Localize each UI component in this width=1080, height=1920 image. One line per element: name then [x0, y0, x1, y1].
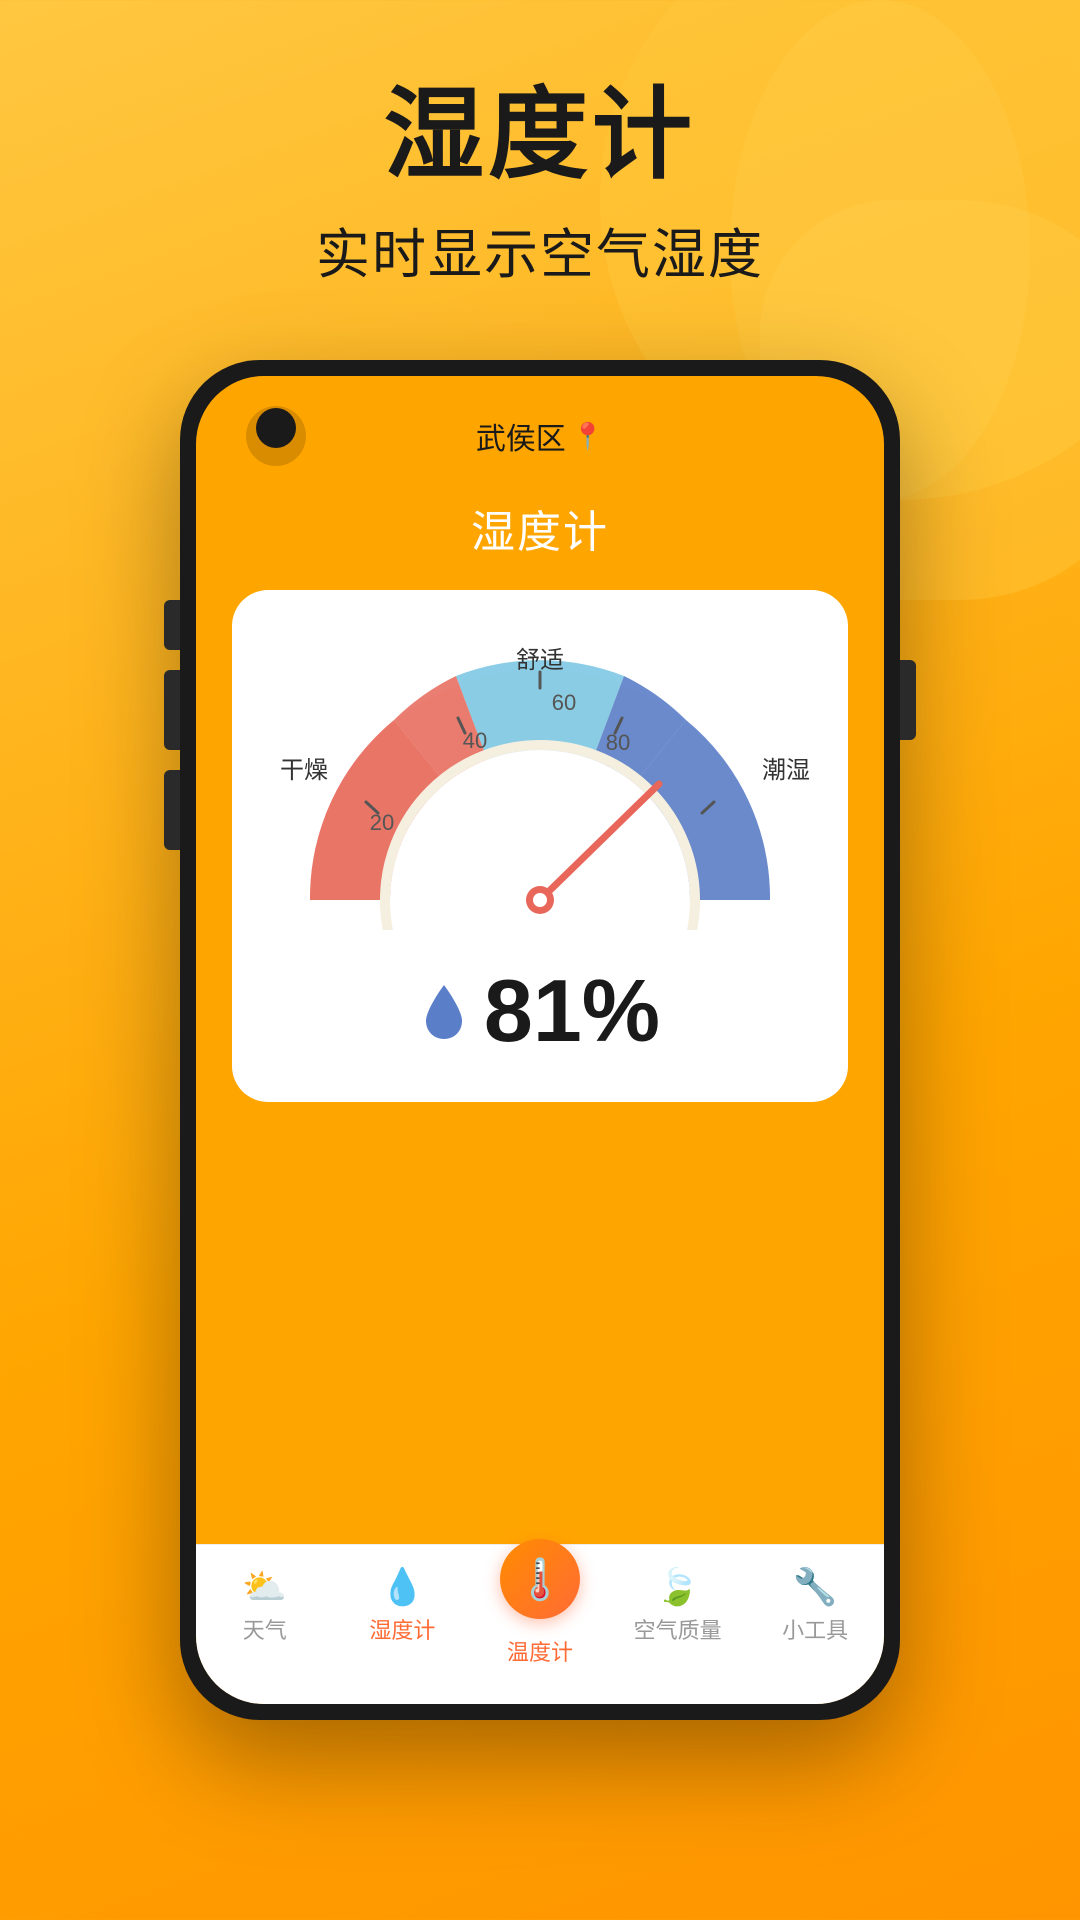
weather-icon: ⛅ [242, 1569, 287, 1605]
main-title: 湿度计 [0, 80, 1080, 190]
power-button [900, 660, 916, 740]
nav-label-thermometer: 温度计 [507, 1635, 573, 1667]
label-comfort: 舒适 [516, 640, 564, 675]
nav-label-airquality: 空气质量 [634, 1613, 722, 1645]
thermometer-icon: 🌡️ [515, 1556, 565, 1603]
nav-item-weather[interactable]: ⛅ 天气 [196, 1561, 334, 1645]
nav-label-weather: 天气 [243, 1613, 287, 1645]
header-area: 湿度计 实时显示空气湿度 [0, 80, 1080, 289]
airquality-icon: 🍃 [655, 1569, 700, 1605]
gauge-card: 干燥 舒适 潮湿 [232, 590, 848, 1102]
humidity-value-display: 81% [420, 960, 660, 1062]
nav-item-thermometer[interactable]: 🌡️ 温度计 [471, 1561, 609, 1667]
volume-up-button [164, 670, 180, 750]
phone-bottom-nav: ⛅ 天气 💧 湿度计 🌡️ 温度计 🍃 空气质量 🔧 小工具 [196, 1544, 884, 1704]
water-drop-icon [420, 981, 468, 1041]
gauge-container: 干燥 舒适 潮湿 [260, 630, 820, 930]
svg-text:80: 80 [606, 730, 630, 755]
camera-hole [256, 408, 296, 448]
location-display: 武侯区 📍 [476, 414, 604, 458]
phone-screen: + 武侯区 📍 湿度计 干燥 舒适 潮湿 [196, 376, 884, 1704]
phone-topbar: + 武侯区 📍 [196, 376, 884, 466]
nav-label-tools: 小工具 [782, 1613, 848, 1645]
phone-mockup: + 武侯区 📍 湿度计 干燥 舒适 潮湿 [180, 360, 900, 1720]
nav-item-tools[interactable]: 🔧 小工具 [746, 1561, 884, 1645]
nav-label-humidity: 湿度计 [369, 1613, 435, 1645]
label-humid: 潮湿 [762, 750, 810, 785]
thermometer-circle: 🌡️ [500, 1539, 580, 1619]
tools-icon: 🔧 [793, 1569, 838, 1605]
humidity-icon: 💧 [380, 1569, 425, 1605]
humidity-percentage: 81% [484, 960, 660, 1062]
mute-button [164, 600, 180, 650]
svg-text:60: 60 [552, 690, 576, 715]
phone-app-title: 湿度计 [196, 496, 884, 560]
location-text: 武侯区 [476, 414, 566, 458]
nav-item-airquality[interactable]: 🍃 空气质量 [609, 1561, 747, 1645]
svg-text:40: 40 [463, 728, 487, 753]
label-dry: 干燥 [280, 750, 328, 785]
gauge-svg: 20 40 60 80 [260, 630, 820, 930]
volume-down-button [164, 770, 180, 850]
svg-text:20: 20 [370, 810, 394, 835]
location-icon: 📍 [572, 421, 604, 452]
nav-item-humidity[interactable]: 💧 湿度计 [334, 1561, 472, 1645]
sub-title: 实时显示空气湿度 [0, 210, 1080, 289]
